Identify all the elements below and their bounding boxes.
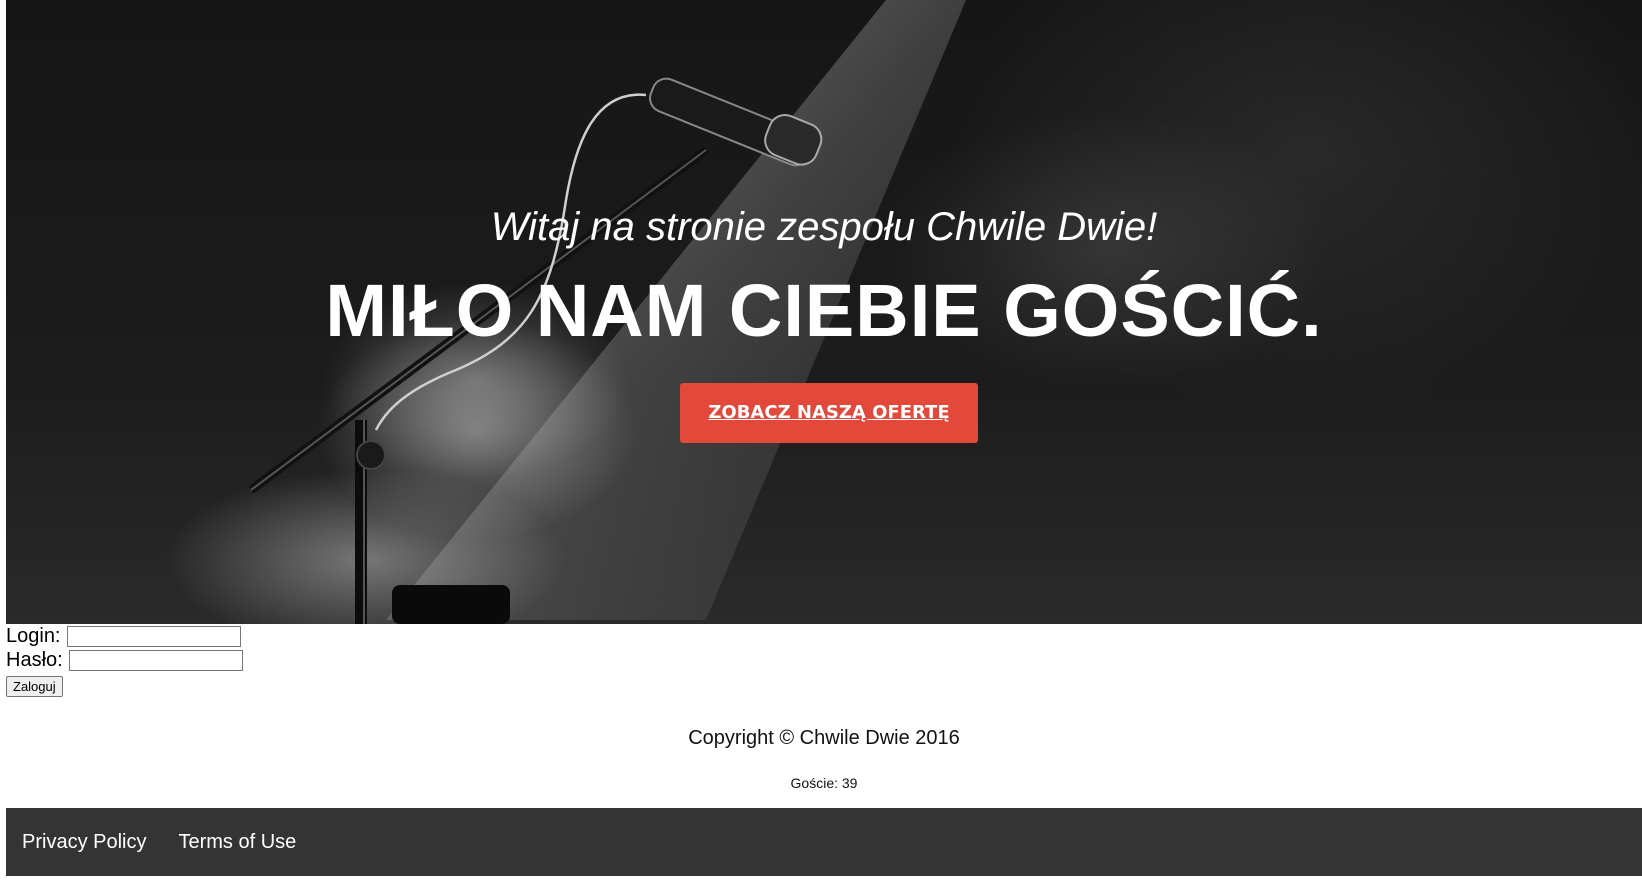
login-form: Login: Hasło: Zaloguj	[6, 624, 243, 697]
password-label: Hasło:	[6, 648, 63, 671]
view-offer-button[interactable]: ZOBACZ NASZĄ OFERTĘ	[680, 383, 978, 443]
login-row: Login:	[6, 624, 243, 648]
password-row: Hasło:	[6, 648, 243, 672]
privacy-policy-link[interactable]: Privacy Policy	[22, 831, 146, 854]
page: Witaj na stronie zespołu Chwile Dwie! MI…	[0, 0, 1642, 892]
login-label: Login:	[6, 624, 61, 647]
terms-of-use-link[interactable]: Terms of Use	[178, 831, 296, 854]
visitor-counter: Goście: 39	[790, 775, 858, 791]
login-button[interactable]: Zaloguj	[6, 676, 63, 697]
password-input[interactable]	[68, 649, 243, 671]
hero-headline: MIŁO NAM CIEBIE GOŚCIĆ.	[325, 269, 1323, 352]
copyright-text: Copyright © Chwile Dwie 2016	[688, 727, 960, 749]
footer-bar: Privacy Policy Terms of Use	[6, 808, 1642, 876]
login-input[interactable]	[66, 625, 241, 647]
hero-content: Witaj na stronie zespołu Chwile Dwie! MI…	[6, 0, 1642, 624]
hero-banner: Witaj na stronie zespołu Chwile Dwie! MI…	[6, 0, 1642, 624]
hero-welcome-text: Witaj na stronie zespołu Chwile Dwie!	[490, 205, 1158, 249]
